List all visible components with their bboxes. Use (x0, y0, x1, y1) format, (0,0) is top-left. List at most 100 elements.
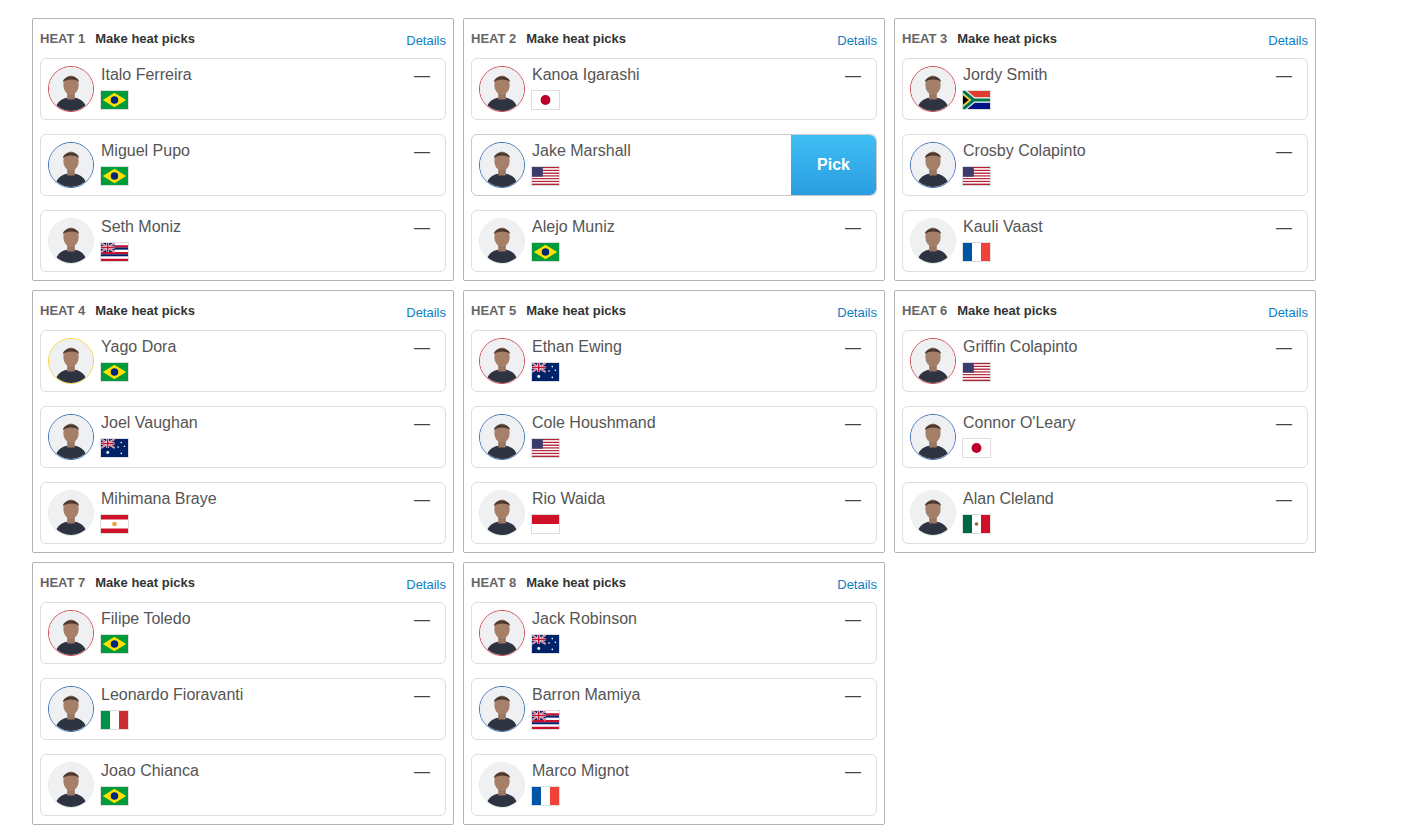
flag-icon (101, 439, 406, 457)
athlete-row[interactable]: Joao Chianca— (40, 754, 446, 816)
pick-result: — (1268, 135, 1307, 195)
athlete-row[interactable]: Yago Dora— (40, 330, 446, 392)
athlete-info: Filipe Toledo (101, 603, 406, 663)
flag-icon (532, 243, 837, 261)
flag-icon (101, 363, 406, 381)
athlete-name: Yago Dora (101, 336, 406, 358)
athlete-name: Griffin Colapinto (963, 336, 1268, 358)
heat-card: HEAT 4Make heat picksDetailsYago Dora—Jo… (32, 290, 454, 553)
athlete-row[interactable]: Cole Houshmand— (471, 406, 877, 468)
heat-label: HEAT 6 (902, 301, 947, 321)
heat-header: HEAT 3Make heat picksDetails (902, 19, 1308, 58)
athlete-row[interactable]: Crosby Colapinto— (902, 134, 1308, 196)
athlete-row[interactable]: Alejo Muniz— (471, 210, 877, 272)
athlete-photo (479, 338, 525, 384)
athlete-photo (48, 414, 94, 460)
heat-header: HEAT 7Make heat picksDetails (40, 563, 446, 602)
athlete-row[interactable]: Italo Ferreira— (40, 58, 446, 120)
athlete-list: Kanoa Igarashi— Jake MarshallPick Alejo Mu… (471, 58, 877, 272)
athlete-row[interactable]: Alan Cleland— (902, 482, 1308, 544)
athlete-list: Griffin Colapinto— Connor O'Leary— Alan Cl… (902, 330, 1308, 544)
pick-result: — (406, 755, 445, 815)
athlete-photo (48, 218, 94, 264)
athlete-photo (48, 66, 94, 112)
details-link[interactable]: Details (1268, 299, 1308, 323)
details-link[interactable]: Details (837, 571, 877, 595)
athlete-info: Joao Chianca (101, 755, 406, 815)
pick-result: — (837, 679, 876, 739)
details-link[interactable]: Details (837, 299, 877, 323)
athlete-name: Crosby Colapinto (963, 140, 1268, 162)
athlete-row[interactable]: Jack Robinson— (471, 602, 877, 664)
heat-action: Make heat picks (95, 573, 195, 593)
flag-icon (101, 787, 406, 805)
athlete-row[interactable]: Seth Moniz— (40, 210, 446, 272)
heat-card: HEAT 8Make heat picksDetailsJack Robinso… (463, 562, 885, 825)
athlete-name: Filipe Toledo (101, 608, 406, 630)
athlete-row[interactable]: Rio Waida— (471, 482, 877, 544)
athlete-photo (910, 66, 956, 112)
pick-button[interactable]: Pick (791, 135, 876, 195)
athlete-row[interactable]: Ethan Ewing— (471, 330, 877, 392)
athlete-row[interactable]: Mihimana Braye— (40, 482, 446, 544)
athlete-info: Mihimana Braye (101, 483, 406, 543)
athlete-photo (910, 338, 956, 384)
flag-icon (532, 91, 837, 109)
athlete-name: Alan Cleland (963, 488, 1268, 510)
athlete-row[interactable]: Filipe Toledo— (40, 602, 446, 664)
athlete-info: Yago Dora (101, 331, 406, 391)
flag-icon (101, 91, 406, 109)
athlete-photo (479, 142, 525, 188)
athlete-list: Ethan Ewing— Cole Houshmand— Rio Waida— (471, 330, 877, 544)
athlete-row[interactable]: Kauli Vaast— (902, 210, 1308, 272)
athlete-row[interactable]: Kanoa Igarashi— (471, 58, 877, 120)
details-link[interactable]: Details (837, 27, 877, 51)
athlete-info: Joel Vaughan (101, 407, 406, 467)
pick-result: — (837, 331, 876, 391)
details-link[interactable]: Details (406, 571, 446, 595)
flag-icon (101, 711, 406, 729)
flag-icon (532, 167, 791, 185)
athlete-row[interactable]: Marco Mignot— (471, 754, 877, 816)
details-link[interactable]: Details (1268, 27, 1308, 51)
athlete-row[interactable]: Jake MarshallPick (471, 134, 877, 196)
athlete-photo (48, 142, 94, 188)
pick-result: — (837, 407, 876, 467)
heat-header: HEAT 5Make heat picksDetails (471, 291, 877, 330)
athlete-photo (479, 686, 525, 732)
flag-icon (101, 635, 406, 653)
athlete-info: Crosby Colapinto (963, 135, 1268, 195)
athlete-row[interactable]: Griffin Colapinto— (902, 330, 1308, 392)
flag-icon (101, 167, 406, 185)
athlete-photo (910, 490, 956, 536)
heat-header: HEAT 1Make heat picksDetails (40, 19, 446, 58)
athlete-row[interactable]: Barron Mamiya— (471, 678, 877, 740)
pick-result: — (1268, 59, 1307, 119)
athlete-info: Cole Houshmand (532, 407, 837, 467)
details-link[interactable]: Details (406, 27, 446, 51)
athlete-photo (48, 610, 94, 656)
heat-label: HEAT 2 (471, 29, 516, 49)
athlete-photo (48, 338, 94, 384)
pick-result: — (837, 603, 876, 663)
athlete-name: Leonardo Fioravanti (101, 684, 406, 706)
athlete-name: Jack Robinson (532, 608, 837, 630)
athlete-photo (479, 762, 525, 808)
heat-card: HEAT 6Make heat picksDetailsGriffin Cola… (894, 290, 1316, 553)
pick-result: — (406, 679, 445, 739)
heat-label: HEAT 8 (471, 573, 516, 593)
athlete-row[interactable]: Connor O'Leary— (902, 406, 1308, 468)
athlete-photo (48, 686, 94, 732)
athlete-info: Griffin Colapinto (963, 331, 1268, 391)
athlete-row[interactable]: Miguel Pupo— (40, 134, 446, 196)
athlete-list: Jordy Smith— Crosby Colapinto— Kauli Vaast… (902, 58, 1308, 272)
athlete-name: Miguel Pupo (101, 140, 406, 162)
athlete-row[interactable]: Leonardo Fioravanti— (40, 678, 446, 740)
details-link[interactable]: Details (406, 299, 446, 323)
heat-action: Make heat picks (526, 573, 626, 593)
athlete-row[interactable]: Joel Vaughan— (40, 406, 446, 468)
heat-card: HEAT 5Make heat picksDetailsEthan Ewing—… (463, 290, 885, 553)
athlete-row[interactable]: Jordy Smith— (902, 58, 1308, 120)
athlete-name: Marco Mignot (532, 760, 837, 782)
athlete-info: Jake Marshall (532, 135, 791, 195)
